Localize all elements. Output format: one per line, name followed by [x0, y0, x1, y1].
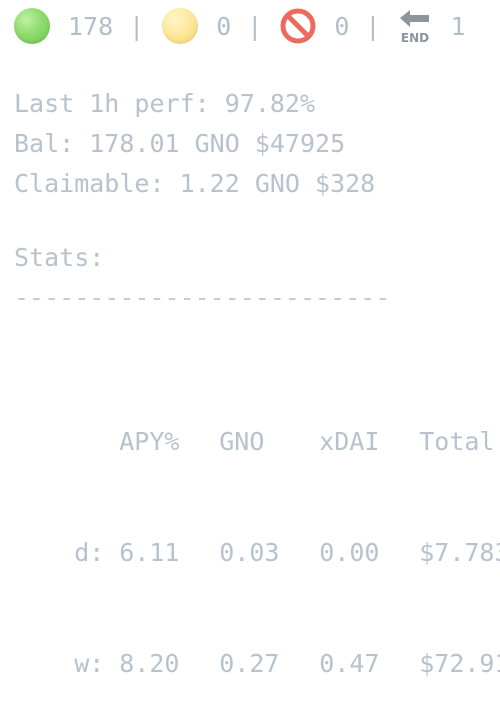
yellow-circle-icon — [162, 8, 199, 44]
table-cell: w: — [74, 649, 105, 678]
stats-table: APY% GNO xDAI Total d: 6.11 0.03 0.00 $7.783 w:… — [14, 312, 500, 682]
header-cell: APY% — [119, 427, 180, 456]
table-row: w: 8.20 0.27 0.47 $72.91 — [14, 608, 500, 678]
table-cell: $72.91 — [419, 649, 500, 678]
table-cell: 0.03 — [219, 538, 280, 567]
ok-count: 178 — [68, 11, 114, 41]
status-bar: 178 | 0 | 0 | END 1 — [14, 6, 500, 46]
warn-count: 0 — [216, 11, 232, 41]
separator: | — [365, 11, 381, 41]
end-icon-label: END — [401, 31, 429, 45]
header-cell: Total — [419, 427, 495, 456]
perf-line: Last 1h perf: 97.82% — [14, 89, 316, 118]
summary: Last 1h perf: 97.82% Bal: 178.01 GNO $47… — [14, 84, 375, 204]
stats-header-row: APY% GNO xDAI Total — [14, 386, 500, 456]
table-cell: 0.47 — [319, 649, 380, 678]
separator: | — [129, 11, 145, 41]
stats-title: Stats: — [14, 243, 105, 272]
green-circle-icon — [14, 8, 50, 44]
table-cell: 8.20 — [119, 649, 180, 678]
end-count: 1 — [450, 11, 466, 41]
header-cell: xDAI — [319, 427, 380, 456]
header-cell: GNO — [219, 427, 265, 456]
table-cell: $7.783 — [419, 538, 500, 567]
table-cell: 0.27 — [219, 649, 280, 678]
table-cell: 6.11 — [119, 538, 180, 567]
table-cell: d: — [74, 538, 105, 567]
balance-line: Bal: 178.01 GNO $47925 — [14, 129, 346, 158]
error-count: 0 — [334, 11, 350, 41]
no-entry-icon — [280, 8, 316, 44]
claimable-line: Claimable: 1.22 GNO $328 — [14, 169, 376, 198]
end-arrow-icon: END — [398, 7, 432, 45]
table-row: d: 6.11 0.03 0.00 $7.783 — [14, 497, 500, 567]
separator: | — [247, 11, 263, 41]
table-cell: 0.00 — [319, 538, 380, 567]
